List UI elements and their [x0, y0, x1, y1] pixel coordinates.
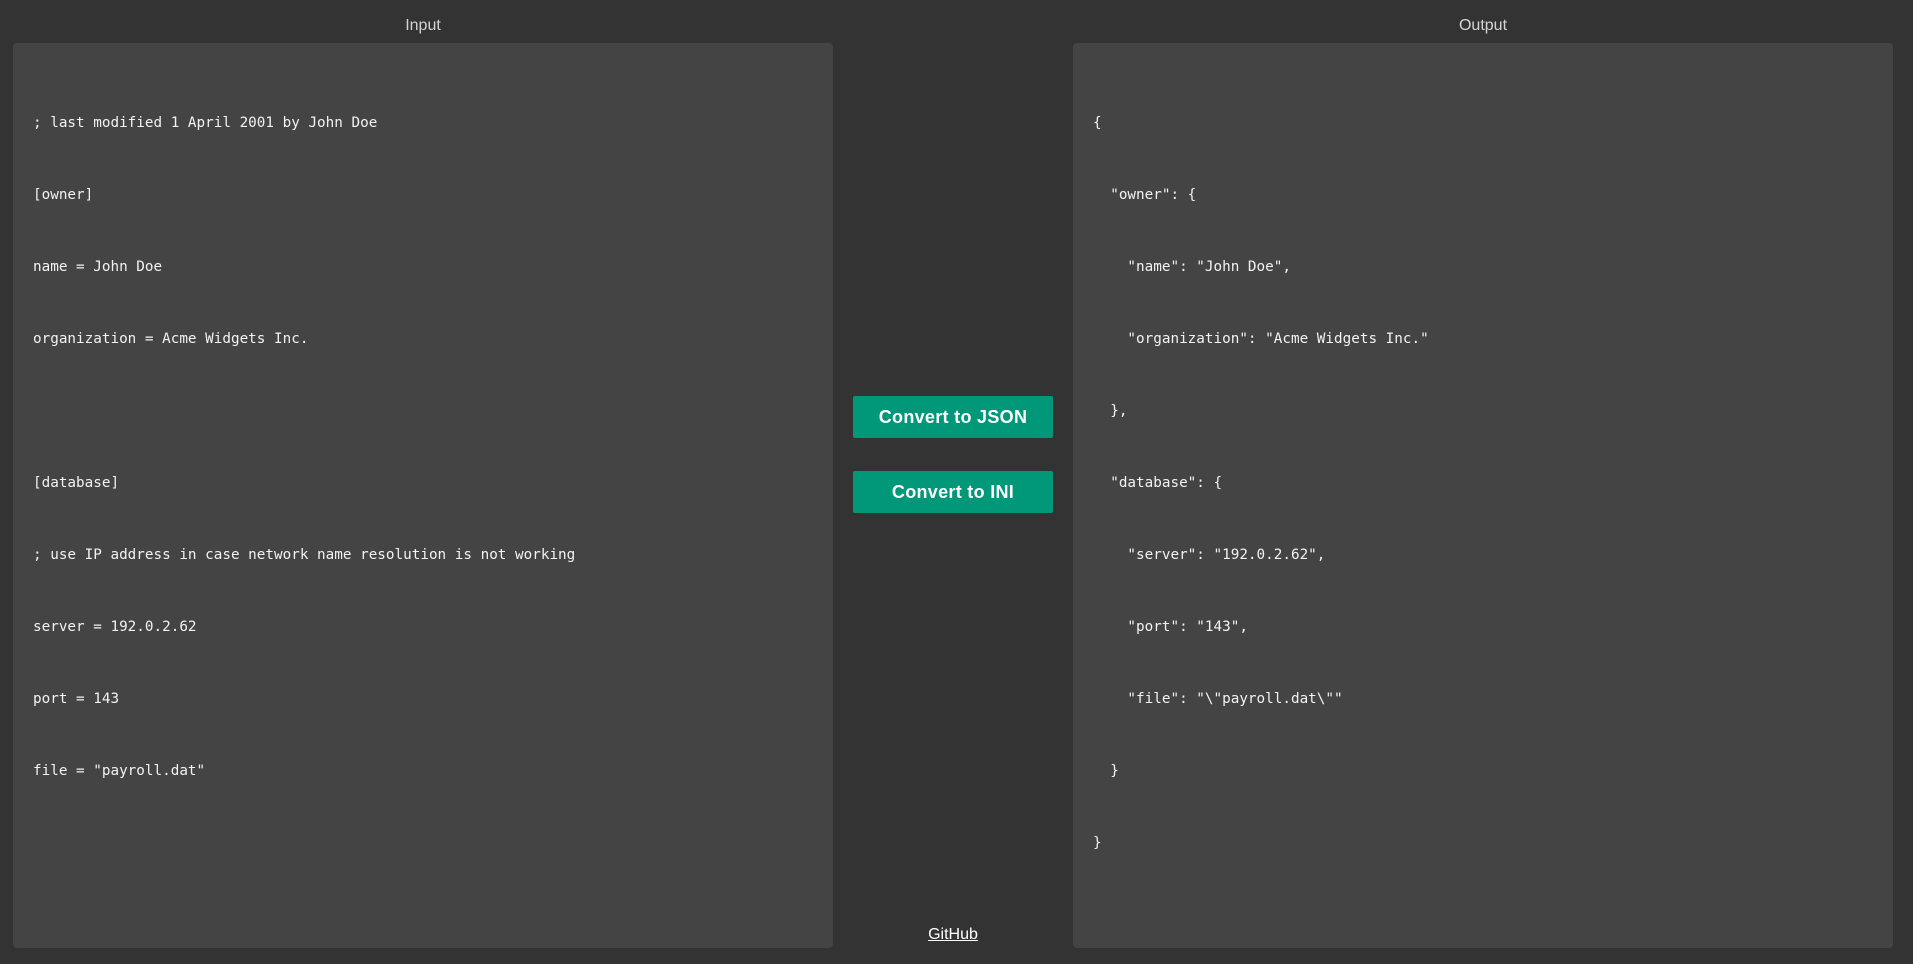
output-line: }: [1093, 835, 1102, 851]
input-line: [owner]: [33, 187, 94, 203]
output-line: {: [1093, 115, 1102, 131]
output-line: "database": {: [1093, 475, 1223, 491]
input-line: ; use IP address in case network name re…: [33, 547, 576, 563]
output-line: "port": "143",: [1093, 619, 1248, 635]
output-line: },: [1093, 403, 1128, 419]
output-line: "server": "192.0.2.62",: [1093, 547, 1326, 563]
convert-to-ini-button[interactable]: Convert to INI: [853, 471, 1053, 513]
output-title: Output: [1458, 17, 1508, 34]
github-link[interactable]: GitHub: [853, 926, 1053, 944]
input-textarea[interactable]: ; last modified 1 April 2001 by John Doe…: [13, 43, 833, 948]
input-line: ; last modified 1 April 2001 by John Doe: [33, 115, 378, 131]
input-title: Input: [405, 17, 441, 34]
input-line: server = 192.0.2.62: [33, 619, 197, 635]
output-line: "organization": "Acme Widgets Inc.": [1093, 331, 1429, 347]
output-line: "file": "\"payroll.dat\"": [1093, 691, 1343, 707]
output-textarea[interactable]: { "owner": { "name": "John Doe", "organi…: [1073, 43, 1893, 948]
input-line: [33, 399, 813, 423]
output-line: "owner": {: [1093, 187, 1197, 203]
input-line: name = John Doe: [33, 259, 163, 275]
input-line: organization = Acme Widgets Inc.: [33, 331, 309, 347]
output-line: "name": "John Doe",: [1093, 259, 1291, 275]
input-line: file = "payroll.dat": [33, 763, 206, 779]
convert-to-json-button[interactable]: Convert to JSON: [853, 396, 1053, 438]
output-line: }: [1093, 763, 1119, 779]
converter-app: Input Output ; last modified 1 April 200…: [0, 0, 1913, 964]
input-line: port = 143: [33, 691, 120, 707]
input-line: [database]: [33, 475, 120, 491]
